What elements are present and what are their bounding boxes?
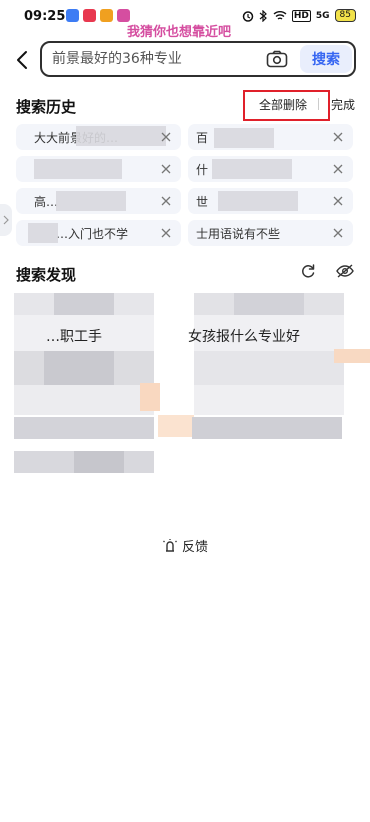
app-notification-icon <box>66 9 79 22</box>
history-item-label: 百 <box>196 131 209 145</box>
blurred-region <box>334 349 370 363</box>
blurred-region <box>28 223 58 243</box>
blurred-region <box>54 293 114 315</box>
watermark-text: 我猜你也想靠近吧 <box>127 25 232 40</box>
chevron-left-icon <box>17 51 27 69</box>
alarm-icon <box>242 10 254 22</box>
refresh-icon[interactable] <box>300 263 316 279</box>
close-icon[interactable] <box>331 162 345 176</box>
history-item[interactable]: 高… <box>16 188 181 214</box>
feedback-label: 反馈 <box>182 540 209 555</box>
history-item[interactable]: 百 <box>188 124 353 150</box>
feedback-button[interactable]: 反馈 <box>162 536 208 555</box>
done-button[interactable]: 完成 <box>331 96 355 113</box>
discovery-item-right[interactable]: 女孩报什么专业好 <box>188 326 300 346</box>
status-bar: 09:25 我猜你也想靠近吧 HD 5G 85 <box>0 0 370 40</box>
feedback-icon <box>163 538 177 552</box>
search-input[interactable] <box>52 49 252 69</box>
bluetooth-icon <box>259 9 267 22</box>
notification-icons <box>66 9 130 22</box>
history-item-label: 什 <box>196 163 209 177</box>
blurred-region <box>212 159 292 179</box>
signal-type: 5G <box>315 10 330 21</box>
search-bar: 搜索 <box>40 41 356 77</box>
battery-icon: 85 <box>334 9 356 22</box>
history-item[interactable]: …入门也不学 <box>16 220 181 246</box>
blurred-region <box>158 415 194 437</box>
eye-hidden-icon[interactable] <box>336 263 354 279</box>
history-item-label: …入门也不学 <box>56 227 129 241</box>
wifi-icon <box>273 11 287 20</box>
blurred-region <box>14 385 154 415</box>
history-item[interactable]: 大大前景好的… <box>16 124 181 150</box>
blurred-discovery-list <box>14 293 370 473</box>
close-icon[interactable] <box>331 194 345 208</box>
blurred-region <box>34 159 122 179</box>
search-history-title: 搜索历史 <box>16 98 77 116</box>
app-notification-icon <box>83 9 96 22</box>
back-button[interactable] <box>12 48 32 72</box>
blurred-region <box>194 385 344 415</box>
blurred-region <box>74 451 124 473</box>
blurred-region <box>192 417 342 439</box>
blurred-region <box>218 191 298 211</box>
blurred-region <box>214 128 274 148</box>
close-icon[interactable] <box>159 226 173 240</box>
blurred-region <box>14 417 154 439</box>
close-icon[interactable] <box>159 162 173 176</box>
network-type: HD <box>291 9 311 22</box>
close-icon[interactable] <box>331 130 345 144</box>
status-indicators: HD 5G 85 <box>242 9 356 22</box>
discovery-item-left[interactable]: …职工手 <box>46 326 102 346</box>
blurred-region <box>194 351 344 385</box>
blurred-region <box>76 126 166 146</box>
divider <box>318 98 319 110</box>
close-icon[interactable] <box>331 226 345 240</box>
blurred-region <box>44 351 114 385</box>
app-notification-icon <box>100 9 113 22</box>
history-item-label: 士用语说有不些 <box>196 227 281 241</box>
status-time: 09:25 <box>24 9 66 24</box>
blurred-region <box>140 383 160 411</box>
blurred-region <box>234 293 304 315</box>
close-icon[interactable] <box>159 194 173 208</box>
history-item[interactable]: 世 <box>188 188 353 214</box>
history-item-label: 世 <box>196 195 209 209</box>
close-icon[interactable] <box>159 130 173 144</box>
camera-icon[interactable] <box>266 50 288 68</box>
side-drawer-handle[interactable] <box>0 204 12 236</box>
chevron-right-icon <box>3 215 9 225</box>
history-item[interactable] <box>16 156 181 182</box>
history-item-label: 高… <box>34 195 59 209</box>
search-discovery-title: 搜索发现 <box>16 266 77 284</box>
history-item[interactable]: 士用语说有不些 <box>188 220 353 246</box>
blurred-region <box>56 191 126 211</box>
history-item[interactable]: 什 <box>188 156 353 182</box>
delete-all-button[interactable]: 全部删除 <box>259 96 307 113</box>
search-button[interactable]: 搜索 <box>300 45 352 73</box>
